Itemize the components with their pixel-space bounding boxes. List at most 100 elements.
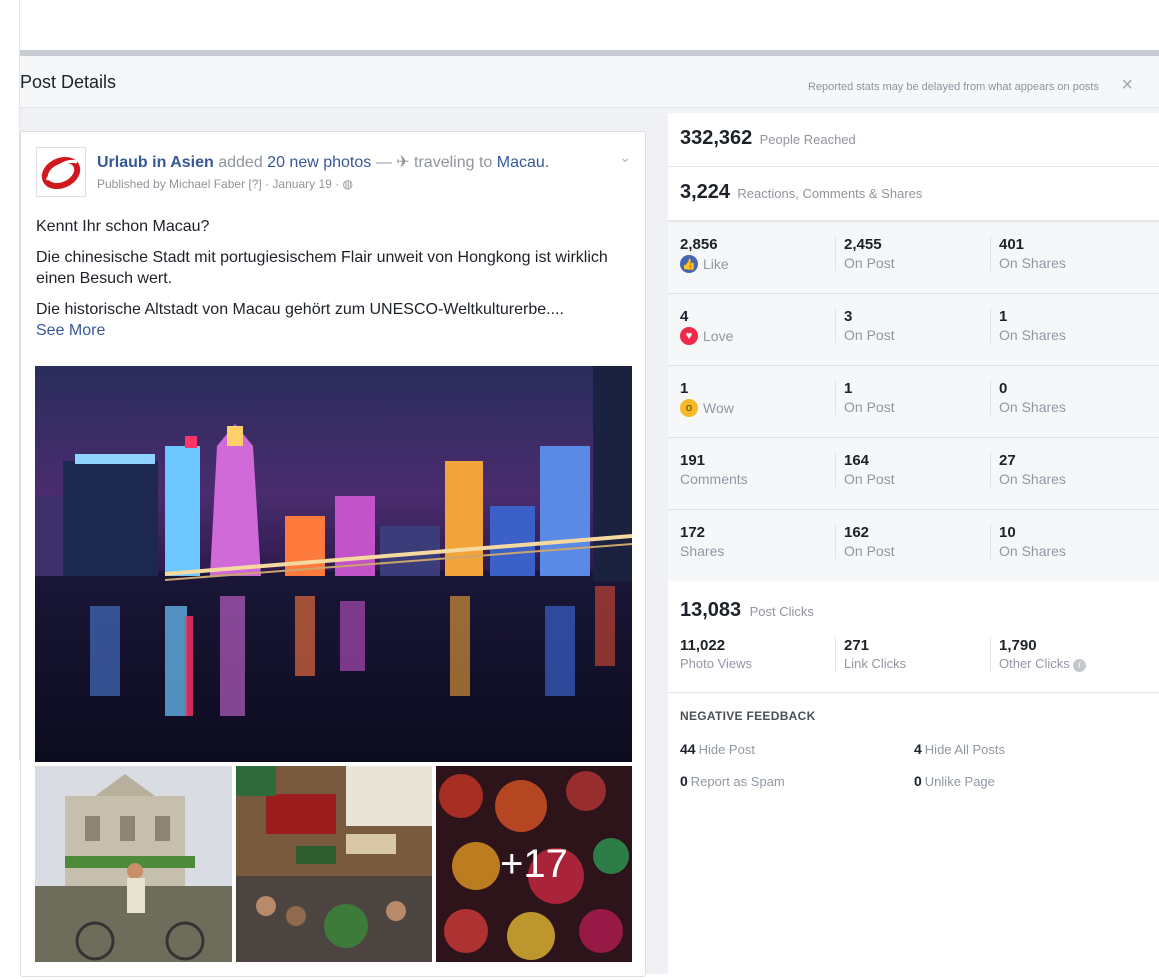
love-icon: ♥	[680, 327, 698, 345]
wow-on-post: 1 On Post	[835, 380, 895, 415]
engagement-label: Reactions, Comments & Shares	[737, 186, 923, 201]
photos-link[interactable]: 20 new photos	[267, 154, 371, 171]
wow-total-value: 1	[680, 380, 689, 397]
shares-total-value: 172	[680, 524, 706, 541]
like-on-post: 2,455 On Post	[835, 236, 895, 271]
ruins-image	[35, 766, 232, 962]
love-label-text: Love	[703, 328, 734, 344]
post-text-line: Kennt Ihr schon Macau?	[36, 218, 210, 235]
photo-views-value: 11,022	[680, 637, 726, 654]
engagement-value: 3,224	[680, 181, 731, 203]
globe-icon: ◍	[342, 177, 353, 191]
shares-on-post: 162 On Post	[835, 524, 895, 559]
like-total: 2,856 👍 Like	[680, 236, 729, 273]
love-label: ♥ Love	[680, 327, 733, 345]
wow-row: 1 o Wow 1 On Post 0 On Shares	[668, 366, 1159, 438]
thumbnail-street-photo[interactable]	[236, 766, 432, 962]
hide-all-posts-stat: 4 Hide All Posts	[914, 741, 1005, 757]
hide-post-value: 44	[680, 741, 696, 757]
unlike-page-value: 0	[914, 773, 922, 789]
published-text: Published by Michael Faber [?] · January…	[97, 177, 340, 191]
wow-icon: o	[680, 399, 698, 417]
report-spam-label: Report as Spam	[690, 774, 785, 789]
photo-views-label: Photo Views	[680, 656, 753, 671]
comments-row: 191 Comments 164 On Post 27 On Shares	[668, 438, 1159, 510]
delay-note: Reported stats may be delayed from what …	[807, 81, 1099, 93]
like-total-value: 2,856	[680, 236, 718, 253]
thumbnail-lanterns-photo[interactable]: +17	[436, 766, 632, 962]
main-photo[interactable]	[35, 366, 632, 762]
post-clicks: 13,083 Post Clicks 11,022 Photo Views 27…	[668, 581, 1159, 693]
love-total-value: 4	[680, 308, 689, 325]
report-spam-stat: 0 Report as Spam	[680, 773, 785, 789]
post-details-dialog: Post Details Reported stats may be delay…	[20, 50, 1159, 980]
post-headline: Urlaub in Asien added 20 new photos — ✈ …	[97, 152, 617, 172]
comments-total-value: 191	[680, 452, 706, 469]
love-on-post: 3 On Post	[835, 308, 895, 343]
place-link[interactable]: Macau.	[497, 154, 549, 171]
on-shares-label: On Shares	[999, 471, 1066, 487]
love-total: 4 ♥ Love	[680, 308, 733, 345]
hide-post-label: Hide Post	[698, 742, 755, 757]
activity-text: traveling to	[414, 154, 493, 171]
reactions-breakdown: 2,856 👍 Like 2,455 On Post 401 On Shares	[668, 221, 1159, 581]
on-shares-label: On Shares	[999, 255, 1066, 271]
photo-thumbnails: +17	[35, 766, 632, 962]
page-name-link[interactable]: Urlaub in Asien	[97, 154, 214, 171]
info-icon[interactable]: i	[1072, 659, 1086, 672]
other-clicks-label: Other Clicks	[999, 656, 1070, 671]
link-clicks-value: 271	[844, 637, 870, 654]
like-icon: 👍	[680, 255, 698, 273]
wow-on-post-value: 1	[844, 380, 853, 397]
unlike-page-stat: 0 Unlike Page	[914, 773, 995, 789]
dash-text: —	[375, 154, 392, 171]
page-avatar[interactable]	[36, 147, 86, 197]
post-card: Urlaub in Asien added 20 new photos — ✈ …	[20, 131, 646, 977]
background-page-edge	[0, 0, 20, 760]
people-reached: 332,362 People Reached	[668, 113, 1159, 167]
comments-on-post: 164 On Post	[835, 452, 895, 487]
like-on-shares-value: 401	[999, 236, 1025, 253]
comments-label: Comments	[680, 471, 748, 487]
on-post-label: On Post	[844, 471, 895, 487]
wow-total: 1 o Wow	[680, 380, 734, 417]
post-clicks-header: 13,083 Post Clicks	[668, 581, 1159, 622]
link-clicks: 271 Link Clicks	[835, 637, 906, 671]
photo-views: 11,022 Photo Views	[680, 637, 752, 671]
shares-on-post-value: 162	[844, 524, 870, 541]
wow-on-shares-value: 0	[999, 380, 1008, 397]
comments-on-post-value: 164	[844, 452, 870, 469]
other-clicks-label-wrap: Other Clicks i	[999, 656, 1086, 672]
like-label: 👍 Like	[680, 255, 729, 273]
close-icon[interactable]: ×	[1121, 74, 1133, 97]
wow-label-text: Wow	[703, 400, 734, 416]
hide-all-posts-value: 4	[914, 741, 922, 757]
see-more-link[interactable]: See More	[36, 320, 636, 341]
negative-feedback-title: NEGATIVE FEEDBACK	[680, 709, 816, 723]
chevron-down-icon[interactable]: ⌄	[619, 149, 631, 166]
on-post-label: On Post	[844, 327, 895, 343]
wow-label: o Wow	[680, 399, 734, 417]
thumbnail-ruins-photo[interactable]	[35, 766, 232, 962]
post-text-line: Die chinesische Stadt mit portugiesische…	[36, 249, 608, 287]
unlike-page-label: Unlike Page	[924, 774, 995, 789]
hide-post-stat: 44 Hide Post	[680, 741, 755, 757]
shares-label: Shares	[680, 543, 725, 559]
on-shares-label: On Shares	[999, 399, 1066, 415]
like-on-shares: 401 On Shares	[990, 236, 1066, 271]
more-photos-count[interactable]: +17	[436, 766, 632, 962]
like-row: 2,856 👍 Like 2,455 On Post 401 On Shares	[668, 222, 1159, 294]
post-clicks-value: 13,083	[680, 599, 742, 621]
link-clicks-label: Link Clicks	[844, 656, 907, 671]
on-post-label: On Post	[844, 543, 895, 559]
people-reached-label: People Reached	[759, 132, 856, 147]
on-post-label: On Post	[844, 255, 895, 271]
people-reached-value: 332,362	[680, 127, 753, 149]
shares-on-shares: 10 On Shares	[990, 524, 1066, 559]
wow-on-shares: 0 On Shares	[990, 380, 1066, 415]
added-text: added	[218, 154, 263, 171]
report-spam-value: 0	[680, 773, 688, 789]
comments-total: 191 Comments	[680, 452, 748, 487]
dialog-title: Post Details	[20, 72, 117, 92]
shares-total: 172 Shares	[680, 524, 724, 559]
